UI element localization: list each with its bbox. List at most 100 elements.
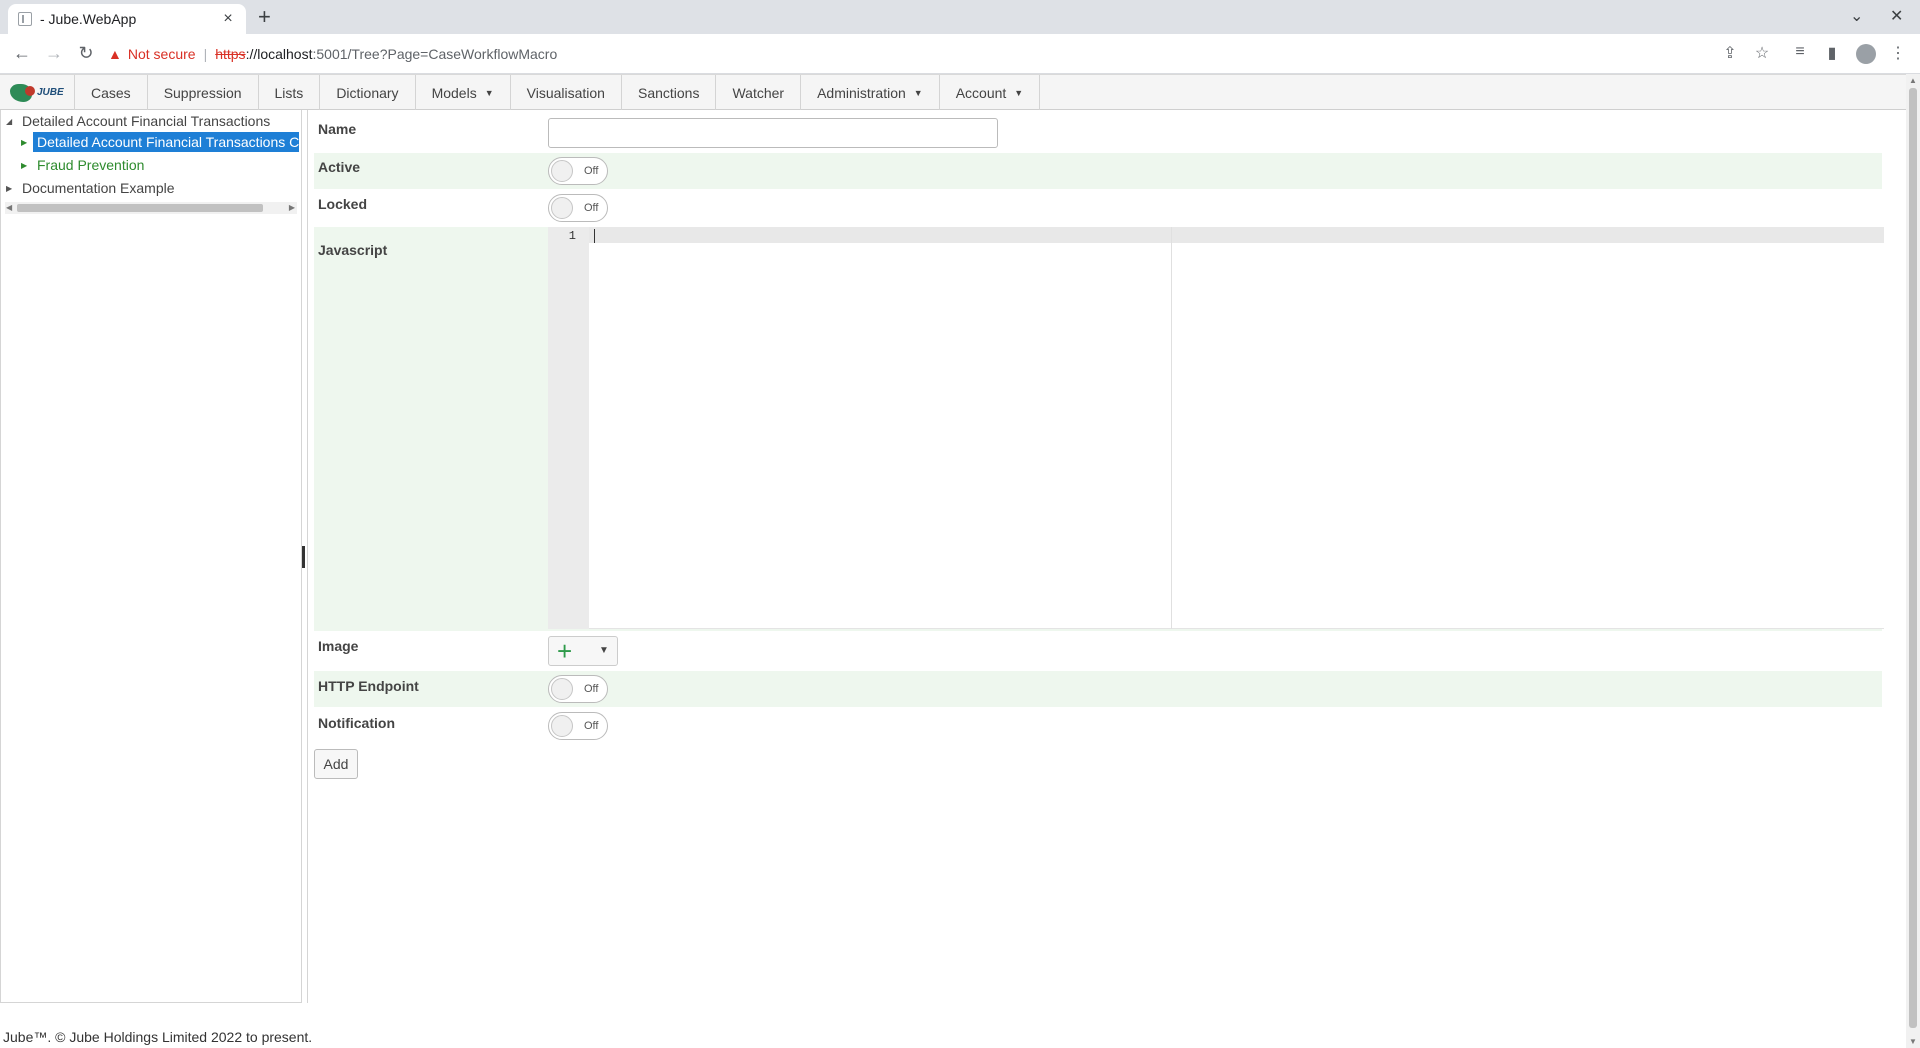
nav-dictionary[interactable]: Dictionary xyxy=(320,75,416,110)
tree-panel: ◢ Detailed Account Financial Transaction… xyxy=(0,110,302,1003)
browser-tabstrip: - Jube.WebApp × + ⌄ ✕ xyxy=(0,0,1920,34)
toggle-state: Off xyxy=(584,683,599,695)
jube-logo[interactable]: JUBE xyxy=(0,75,75,110)
notification-toggle[interactable]: Off xyxy=(548,712,608,740)
forward-icon[interactable]: → xyxy=(42,42,66,64)
back-icon[interactable]: ← xyxy=(10,42,34,64)
nav-cases[interactable]: Cases xyxy=(75,75,148,110)
nav-sanctions-label: Sanctions xyxy=(637,84,700,101)
page-favicon-icon xyxy=(18,12,32,26)
tab-search-chevron-icon[interactable]: ⌄ xyxy=(1850,6,1863,26)
caret-down-icon: ▼ xyxy=(484,87,494,98)
locked-toggle[interactable]: Off xyxy=(548,194,608,222)
http-endpoint-row: HTTP Endpoint Off xyxy=(314,671,1882,707)
javascript-label: Javascript xyxy=(318,242,388,258)
add-button[interactable]: Add xyxy=(314,749,358,779)
nav-models[interactable]: Models ▼ xyxy=(416,75,511,110)
toggle-knob xyxy=(551,715,573,737)
nav-visualisation[interactable]: Visualisation xyxy=(511,75,622,110)
nav-watcher-label: Watcher xyxy=(732,84,785,101)
line-number: 1 xyxy=(568,229,576,243)
nav-lists-label: Lists xyxy=(274,84,304,101)
tree-expand-icon[interactable]: ▶ xyxy=(21,138,33,147)
nav-watcher[interactable]: Watcher xyxy=(716,75,802,110)
scroll-up-icon[interactable]: ▲ xyxy=(1909,76,1917,85)
locked-label: Locked xyxy=(318,196,368,212)
scroll-right-icon[interactable]: ▶ xyxy=(289,202,295,214)
pane-splitter[interactable] xyxy=(302,110,308,1003)
nav-account-label: Account xyxy=(955,84,1007,101)
nav-models-label: Models xyxy=(431,84,477,101)
close-window-button[interactable]: ✕ xyxy=(1890,6,1903,26)
tree-node-label[interactable]: Documentation Example xyxy=(22,180,175,196)
tree-node-documentation[interactable]: ▶ Documentation Example xyxy=(6,180,175,196)
side-panel-icon[interactable]: ▮ xyxy=(1822,43,1842,63)
image-picker-button[interactable]: + ▼ xyxy=(548,636,618,666)
logo-text: JUBE xyxy=(37,87,64,98)
tree-node-label[interactable]: Fraud Prevention xyxy=(37,157,144,173)
toggle-state: Off xyxy=(584,202,599,214)
address-separator: | xyxy=(203,46,208,62)
browser-tab[interactable]: - Jube.WebApp × xyxy=(8,4,246,34)
browser-menu-icon[interactable]: ⋮ xyxy=(1888,43,1908,63)
tree-node-label[interactable]: Detailed Account Financial Transactions xyxy=(22,113,270,129)
chevron-down-icon: ▼ xyxy=(599,645,609,656)
active-row: Active Off xyxy=(314,153,1882,189)
scrollbar-thumb[interactable] xyxy=(17,204,263,212)
url-path: :5001/Tree?Page=CaseWorkflowMacro xyxy=(312,46,558,62)
caret-down-icon: ▼ xyxy=(913,87,923,98)
toggle-state: Off xyxy=(584,720,599,732)
active-label: Active xyxy=(318,159,361,175)
reload-icon[interactable]: ↻ xyxy=(74,42,98,64)
active-toggle[interactable]: Off xyxy=(548,157,608,185)
nav-suppression[interactable]: Suppression xyxy=(148,75,259,110)
editor-print-margin xyxy=(1171,227,1172,629)
tree-node-fraud-prevention[interactable]: ▶ Fraud Prevention xyxy=(21,157,144,173)
notification-label: Notification xyxy=(318,715,395,731)
nav-account[interactable]: Account ▼ xyxy=(940,75,1041,110)
scroll-down-icon[interactable]: ▼ xyxy=(1909,1037,1917,1046)
address-bar[interactable]: ▲ Not secure | https ://localhost :5001/… xyxy=(108,40,1748,68)
locked-row: Locked Off xyxy=(314,190,1882,226)
warning-icon: ▲ xyxy=(108,46,122,62)
javascript-code-editor[interactable]: 1 xyxy=(548,227,1884,629)
page-vertical-scrollbar[interactable]: ▲ ▼ xyxy=(1906,74,1920,1048)
logo-mark-icon xyxy=(10,83,35,102)
tree-expand-icon[interactable]: ▶ xyxy=(21,161,33,170)
new-tab-button[interactable]: + xyxy=(258,4,271,30)
tab-title: - Jube.WebApp xyxy=(40,11,137,27)
app-navbar: JUBE Cases Suppression Lists Dictionary … xyxy=(0,74,1906,110)
editor-active-line xyxy=(589,227,1884,243)
splitter-grip[interactable] xyxy=(302,546,305,568)
nav-visualisation-label: Visualisation xyxy=(526,84,605,101)
nav-administration[interactable]: Administration ▼ xyxy=(801,75,940,110)
close-tab-icon[interactable]: × xyxy=(220,10,236,28)
nav-lists[interactable]: Lists xyxy=(259,75,321,110)
nav-administration-label: Administration xyxy=(817,84,906,101)
tree-node-selected[interactable]: ▶ Detailed Account Financial Transaction… xyxy=(21,132,299,152)
editor-gutter: 1 xyxy=(548,227,589,629)
tree-node-root[interactable]: ◢ Detailed Account Financial Transaction… xyxy=(6,113,270,129)
image-label: Image xyxy=(318,638,359,654)
toggle-knob xyxy=(551,678,573,700)
tree-node-label[interactable]: Detailed Account Financial Transactions … xyxy=(33,132,299,152)
tree-horizontal-scrollbar[interactable]: ◀ ▶ xyxy=(5,202,297,214)
nav-suppression-label: Suppression xyxy=(163,84,242,101)
editor-cursor xyxy=(594,229,595,243)
browser-toolbar: ← → ↻ ▲ Not secure | https ://localhost … xyxy=(0,34,1920,74)
media-queue-icon[interactable]: ≡ xyxy=(1790,43,1810,61)
name-label: Name xyxy=(318,121,357,137)
share-icon[interactable]: ⇪ xyxy=(1720,43,1740,63)
name-input[interactable] xyxy=(548,118,998,148)
bookmark-star-icon[interactable]: ☆ xyxy=(1752,43,1772,63)
http-endpoint-toggle[interactable]: Off xyxy=(548,675,608,703)
nav-sanctions[interactable]: Sanctions xyxy=(622,75,717,110)
nav-cases-label: Cases xyxy=(91,84,131,101)
tree-collapse-icon[interactable]: ◢ xyxy=(6,117,18,126)
profile-avatar-icon[interactable] xyxy=(1856,44,1876,64)
footer-copyright: Jube™. © Jube Holdings Limited 2022 to p… xyxy=(3,1029,313,1045)
scrollbar-thumb[interactable] xyxy=(1909,88,1917,1028)
scroll-left-icon[interactable]: ◀ xyxy=(6,202,12,214)
tree-expand-icon[interactable]: ▶ xyxy=(6,184,18,193)
not-secure-label[interactable]: Not secure xyxy=(128,46,196,62)
